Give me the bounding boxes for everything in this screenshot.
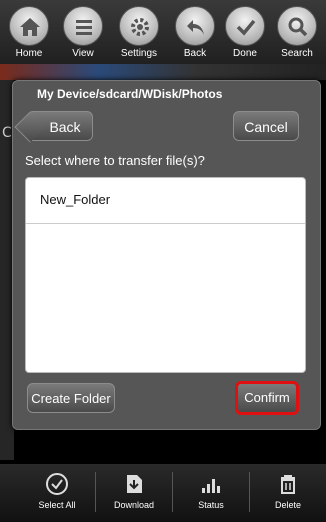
back-toolbar-label: Back bbox=[183, 48, 207, 59]
top-toolbar: Home View Settings Back Done Search bbox=[0, 0, 326, 74]
toolbar-divider bbox=[172, 472, 173, 512]
download-icon bbox=[127, 475, 142, 493]
home-button[interactable]: Home bbox=[2, 6, 56, 59]
delete-button[interactable]: Delete bbox=[253, 468, 323, 510]
checkmark-icon bbox=[225, 6, 265, 46]
home-label: Home bbox=[15, 48, 43, 59]
search-label: Search bbox=[281, 48, 313, 59]
search-icon bbox=[277, 6, 317, 46]
toolbar-divider bbox=[95, 472, 96, 512]
done-button[interactable]: Done bbox=[218, 6, 272, 59]
transfer-dialog: My Device/sdcard/WDisk/Photos Back Cance… bbox=[12, 80, 321, 430]
select-all-label: Select All bbox=[38, 500, 76, 510]
toolbar-divider bbox=[249, 472, 250, 512]
done-label: Done bbox=[233, 48, 257, 59]
cancel-button[interactable]: Cancel bbox=[233, 111, 299, 141]
create-folder-button[interactable]: Create Folder bbox=[27, 383, 115, 413]
view-button[interactable]: View bbox=[56, 6, 110, 59]
list-icon bbox=[63, 6, 103, 46]
confirm-button[interactable]: Confirm bbox=[235, 381, 299, 415]
gear-icon bbox=[119, 6, 159, 46]
back-button-label: Back bbox=[49, 119, 81, 135]
dialog-prompt: Select where to transfer file(s)? bbox=[25, 153, 205, 168]
bottom-toolbar: Select All Download Status Delete bbox=[0, 464, 326, 522]
trash-icon bbox=[281, 475, 295, 494]
select-all-button[interactable]: Select All bbox=[22, 468, 92, 510]
settings-button[interactable]: Settings bbox=[112, 6, 166, 59]
background-text: C bbox=[2, 125, 12, 141]
folder-list[interactable]: New_Folder bbox=[25, 177, 306, 373]
status-button[interactable]: Status bbox=[176, 468, 246, 510]
background-thumbnails bbox=[0, 64, 326, 80]
back-arrow-icon bbox=[175, 6, 215, 46]
list-item[interactable]: New_Folder bbox=[26, 178, 305, 224]
back-button[interactable]: Back bbox=[27, 111, 93, 141]
dialog-path-title: My Device/sdcard/WDisk/Photos bbox=[37, 87, 223, 101]
back-toolbar-button[interactable]: Back bbox=[168, 6, 222, 59]
delete-label: Delete bbox=[274, 500, 301, 510]
check-circle-icon bbox=[46, 473, 68, 495]
bar-chart-icon bbox=[202, 479, 220, 493]
download-button[interactable]: Download bbox=[99, 468, 169, 510]
search-button[interactable]: Search bbox=[270, 6, 324, 59]
view-label: View bbox=[72, 48, 94, 59]
settings-label: Settings bbox=[120, 48, 158, 59]
folder-name: New_Folder bbox=[40, 192, 111, 207]
status-label: Status bbox=[198, 500, 224, 510]
home-icon bbox=[9, 6, 49, 46]
download-label: Download bbox=[113, 500, 155, 510]
